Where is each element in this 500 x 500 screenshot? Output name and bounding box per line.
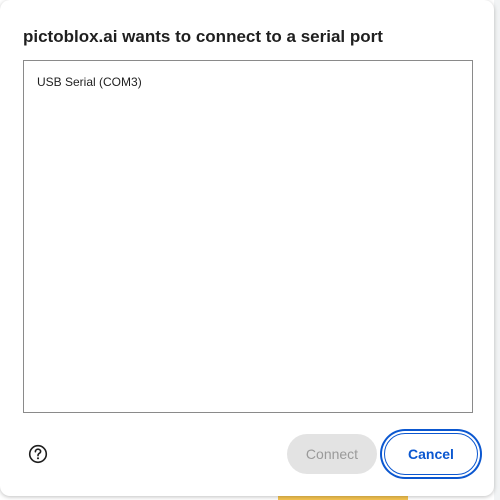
port-item-com3[interactable]: USB Serial (COM3) bbox=[37, 75, 142, 89]
dialog-title: pictoblox.ai wants to connect to a seria… bbox=[23, 27, 383, 46]
background-window-edge bbox=[494, 0, 500, 500]
port-list[interactable]: USB Serial (COM3) bbox=[23, 60, 473, 413]
help-icon[interactable] bbox=[28, 444, 48, 464]
serial-port-dialog: pictoblox.ai wants to connect to a seria… bbox=[0, 0, 494, 496]
connect-button[interactable]: Connect bbox=[287, 434, 377, 474]
background-element-edge bbox=[278, 496, 408, 500]
cancel-button[interactable]: Cancel bbox=[384, 433, 478, 475]
